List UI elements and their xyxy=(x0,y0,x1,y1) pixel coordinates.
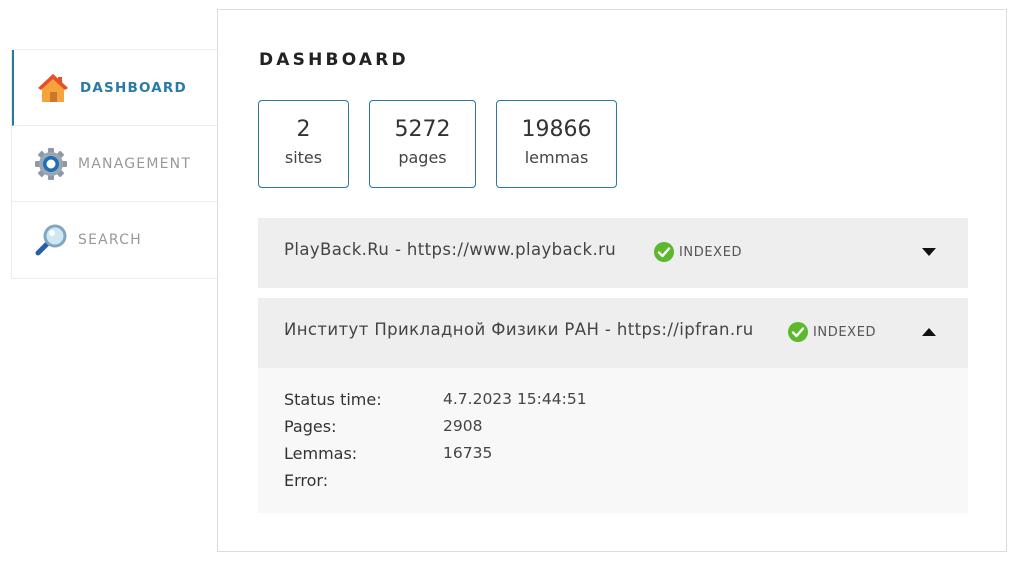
site-title: Институт Прикладной Физики РАН - https:/… xyxy=(284,320,754,339)
status-badge: INDEXED xyxy=(654,242,742,262)
detail-label: Error: xyxy=(284,471,329,490)
sidebar-item-label: DASHBOARD xyxy=(80,79,187,96)
home-icon xyxy=(36,71,70,105)
chevron-up-icon[interactable] xyxy=(922,328,936,336)
site-details: Status time: 4.7.2023 15:44:51 Pages: 29… xyxy=(258,368,968,513)
magnifier-icon xyxy=(34,223,68,257)
stat-card-pages: 5272 pages xyxy=(369,100,476,188)
site-item: PlayBack.Ru - https://www.playback.ru IN… xyxy=(258,218,968,288)
check-icon xyxy=(788,322,808,342)
status-text: INDEXED xyxy=(679,244,743,260)
sidebar-item-search[interactable]: SEARCH xyxy=(12,202,217,278)
sidebar: DASHBOARD MANAGEMENT SEARCH xyxy=(11,49,217,279)
chevron-down-icon[interactable] xyxy=(922,248,936,256)
sidebar-item-dashboard[interactable]: DASHBOARD xyxy=(12,50,217,126)
site-header[interactable]: Институт Прикладной Физики РАН - https:/… xyxy=(258,298,968,368)
detail-label: Status time: xyxy=(284,390,382,409)
sidebar-item-label: MANAGEMENT xyxy=(78,155,192,172)
detail-value: 4.7.2023 15:44:51 xyxy=(443,390,587,408)
stat-value: 5272 xyxy=(394,117,451,142)
detail-label: Pages: xyxy=(284,417,337,436)
status-text: INDEXED xyxy=(813,324,877,340)
stat-label: pages xyxy=(398,148,447,167)
stat-value: 2 xyxy=(296,117,311,142)
site-header[interactable]: PlayBack.Ru - https://www.playback.ru IN… xyxy=(258,218,968,288)
stat-label: sites xyxy=(284,148,323,167)
main-panel: DASHBOARD 2 sites 5272 pages 19866 lemma… xyxy=(217,9,1007,552)
stat-label: lemmas xyxy=(524,148,589,167)
status-badge: INDEXED xyxy=(788,322,876,342)
site-title: PlayBack.Ru - https://www.playback.ru xyxy=(284,240,617,259)
site-item: Институт Прикладной Физики РАН - https:/… xyxy=(258,298,968,513)
gear-icon xyxy=(34,147,68,181)
detail-value: 2908 xyxy=(443,417,483,435)
stat-value: 19866 xyxy=(521,117,592,142)
detail-value: 16735 xyxy=(443,444,493,462)
sidebar-item-management[interactable]: MANAGEMENT xyxy=(12,126,217,202)
page-title: DASHBOARD xyxy=(259,50,409,70)
sidebar-item-label: SEARCH xyxy=(78,232,142,248)
stat-card-sites: 2 sites xyxy=(258,100,349,188)
stat-card-lemmas: 19866 lemmas xyxy=(496,100,617,188)
detail-label: Lemmas: xyxy=(284,444,358,463)
check-icon xyxy=(654,242,674,262)
